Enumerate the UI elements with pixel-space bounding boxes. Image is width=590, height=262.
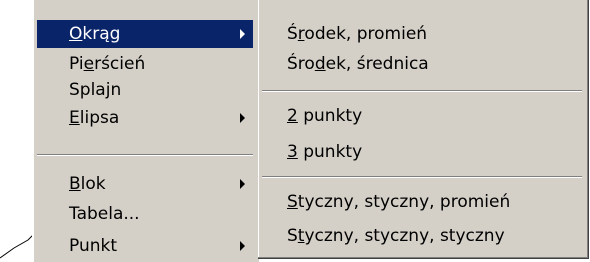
menu-item-blok[interactable]: Blok [37,170,253,198]
menu-item-pierscien[interactable]: Pierścień [37,50,253,78]
menu-item-label: 2 punkty [287,106,363,126]
menu-item-label: 3 punkty [287,142,363,162]
menu-separator [262,176,582,178]
submenu-item-styczny-styczny-styczny[interactable]: Styczny, styczny, styczny [258,222,584,250]
menu-item-tabela[interactable]: Tabela... [37,200,253,228]
submenu-item-srodek-promien[interactable]: Środek, promień [258,20,584,48]
menu-item-label: Styczny, styczny, styczny [287,226,505,246]
menu-item-label: Splajn [69,80,122,100]
menu-separator [37,154,253,156]
submenu-arrow-icon [240,241,245,251]
menu-item-label: Blok [69,174,106,194]
menu-item-punkt[interactable]: Punkt [37,232,253,260]
submenu-item-2-punkty[interactable]: 2 punkty [258,102,584,130]
drawing-canvas[interactable]: Okrąg Pierścień Splajn Elipsa Blok Tabel… [0,0,590,262]
menu-item-label: Punkt [69,236,118,256]
menu-item-label: Środek, promień [287,24,428,44]
submenu-arrow-icon [240,113,245,123]
submenu-item-3-punkty[interactable]: 3 punkty [258,138,584,166]
submenu-item-styczny-styczny-promien[interactable]: Styczny, styczny, promień [258,188,584,216]
okrag-submenu: Środek, promień Środek, średnica 2 punkt… [258,0,589,259]
menu-item-okrag[interactable]: Okrąg [37,20,253,48]
menu-item-label: Pierścień [69,54,146,74]
submenu-item-srodek-srednica[interactable]: Środek, średnica [258,50,584,78]
submenu-arrow-icon [240,179,245,189]
menu-item-elipsa[interactable]: Elipsa [37,104,253,132]
menu-item-label: Środek, średnica [287,54,429,74]
menu-item-splajn[interactable]: Splajn [37,76,253,104]
menu-item-label: Styczny, styczny, promień [287,192,511,212]
menu-item-label: Tabela... [69,204,140,224]
menu-separator [262,90,582,92]
menu-item-label: Elipsa [69,108,120,128]
submenu-arrow-icon [240,29,245,39]
menu-item-label: Okrąg [69,24,121,44]
draw-menu: Okrąg Pierścień Splajn Elipsa Blok Tabel… [32,0,259,262]
